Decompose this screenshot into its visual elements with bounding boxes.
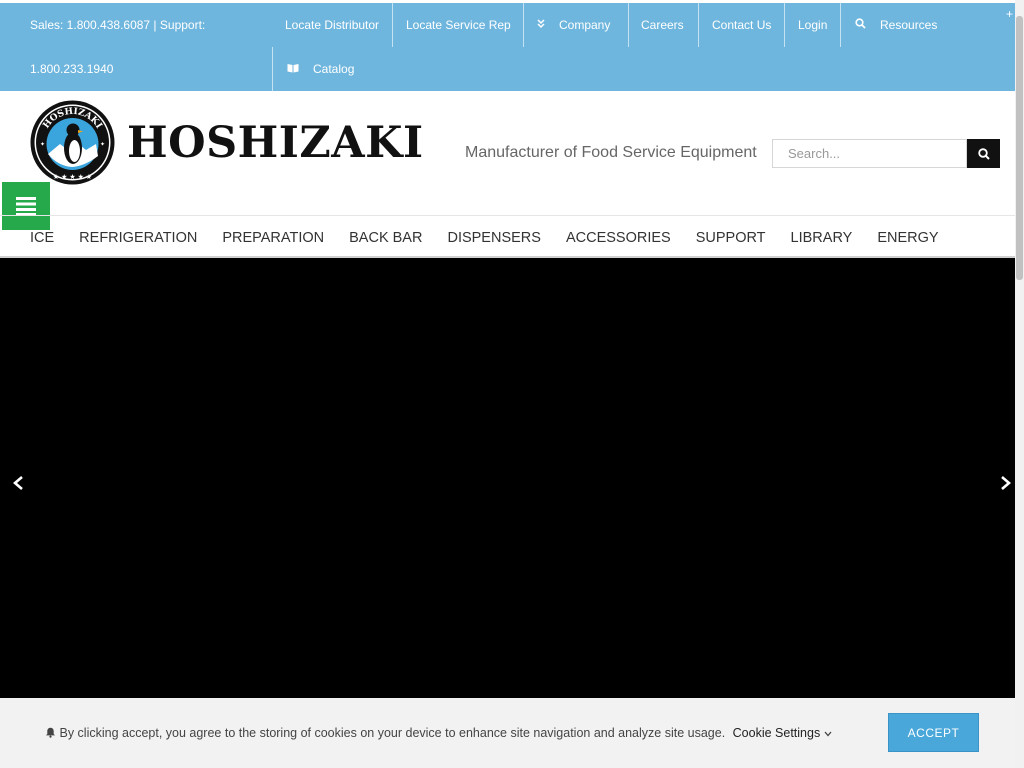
divider: [272, 47, 273, 91]
search-button[interactable]: [967, 139, 1000, 168]
nav-item-accessories[interactable]: ACCESSORIES: [566, 228, 671, 248]
nav-divider: [0, 215, 1015, 216]
search-input[interactable]: Search...: [772, 139, 967, 168]
main-navigation: ICE REFRIGERATION PREPARATION BACK BAR D…: [30, 228, 964, 248]
phones-line-1: Sales: 1.800.438.6087 | Support:: [30, 18, 206, 32]
stars-icon: ★ ★ ★ ★ ★: [53, 173, 92, 181]
nav-item-refrigeration[interactable]: REFRIGERATION: [79, 228, 197, 248]
open-book-icon: [287, 63, 299, 76]
divider: [784, 3, 785, 47]
accept-cookies-button[interactable]: ACCEPT: [888, 713, 979, 752]
nav-item-preparation[interactable]: PREPARATION: [222, 228, 324, 248]
catalog-link[interactable]: Catalog: [287, 47, 354, 91]
top-utility-bar: Sales: 1.800.438.6087 | Support: 1.800.2…: [0, 3, 1015, 91]
divider: [392, 3, 393, 47]
search-icon: [977, 147, 990, 160]
slider-next-arrow-icon[interactable]: [997, 475, 1013, 491]
locate-distributor-link[interactable]: Locate Distributor: [285, 3, 379, 47]
nav-item-dispensers[interactable]: DISPENSERS: [447, 228, 540, 248]
cookie-settings-link[interactable]: Cookie Settings: [733, 726, 832, 740]
cookie-notice: By clicking accept, you agree to the sto…: [45, 724, 832, 742]
locate-service-rep-label: Locate Service Rep: [406, 18, 511, 32]
login-label: Login: [798, 18, 828, 32]
menu-toggle-button[interactable]: [2, 182, 50, 230]
catalog-label: Catalog: [313, 62, 355, 76]
divider: [523, 3, 524, 47]
contact-us-link[interactable]: Contact Us: [712, 3, 771, 47]
resources-link[interactable]: Resources: [855, 3, 937, 47]
careers-link[interactable]: Careers: [641, 3, 684, 47]
bell-icon: [46, 727, 55, 738]
chevron-down-icon: [824, 731, 832, 737]
cookie-settings-label: Cookie Settings: [732, 726, 821, 740]
scrollbar-thumb[interactable]: [1016, 16, 1023, 280]
locate-service-rep-link[interactable]: Locate Service Rep: [406, 3, 511, 47]
hoshizaki-penguin-logo[interactable]: HOSHIZAKI ★ ★ ★ ★ ★ ✦ ✦: [30, 100, 115, 185]
login-link[interactable]: Login: [798, 3, 827, 47]
cookie-message: By clicking accept, you agree to the sto…: [59, 726, 726, 740]
hero-slider[interactable]: [0, 258, 1015, 698]
star-icon: ✦: [100, 141, 105, 148]
careers-label: Careers: [641, 18, 684, 32]
divider: [628, 3, 629, 47]
cookie-consent-bar: By clicking accept, you agree to the sto…: [0, 698, 1015, 768]
nav-item-ice[interactable]: ICE: [30, 228, 54, 248]
nav-item-back-bar[interactable]: BACK BAR: [349, 228, 422, 248]
nav-item-support[interactable]: SUPPORT: [696, 228, 766, 248]
resources-label: Resources: [880, 18, 938, 32]
company-link[interactable]: Company: [537, 3, 610, 47]
contact-phones: Sales: 1.800.438.6087 | Support: 1.800.2…: [30, 3, 270, 91]
contact-us-label: Contact Us: [712, 18, 772, 32]
plus-icon[interactable]: +: [1006, 7, 1013, 21]
brand-wordmark[interactable]: HOSHIZAKI: [127, 118, 424, 168]
slider-prev-arrow-icon[interactable]: [11, 475, 27, 491]
nav-item-energy[interactable]: ENERGY: [877, 228, 938, 248]
site-tagline: Manufacturer of Food Service Equipment: [465, 144, 757, 161]
star-icon: ✦: [40, 141, 45, 148]
double-chevron-down-icon: [537, 18, 545, 32]
locate-distributor-label: Locate Distributor: [285, 18, 380, 32]
search-icon: [855, 18, 866, 32]
divider: [840, 3, 841, 47]
nav-item-library[interactable]: LIBRARY: [791, 228, 853, 248]
company-label: Company: [559, 18, 611, 32]
divider: [698, 3, 699, 47]
phones-line-2: 1.800.233.1940: [30, 62, 114, 76]
hamburger-icon: [16, 197, 36, 216]
